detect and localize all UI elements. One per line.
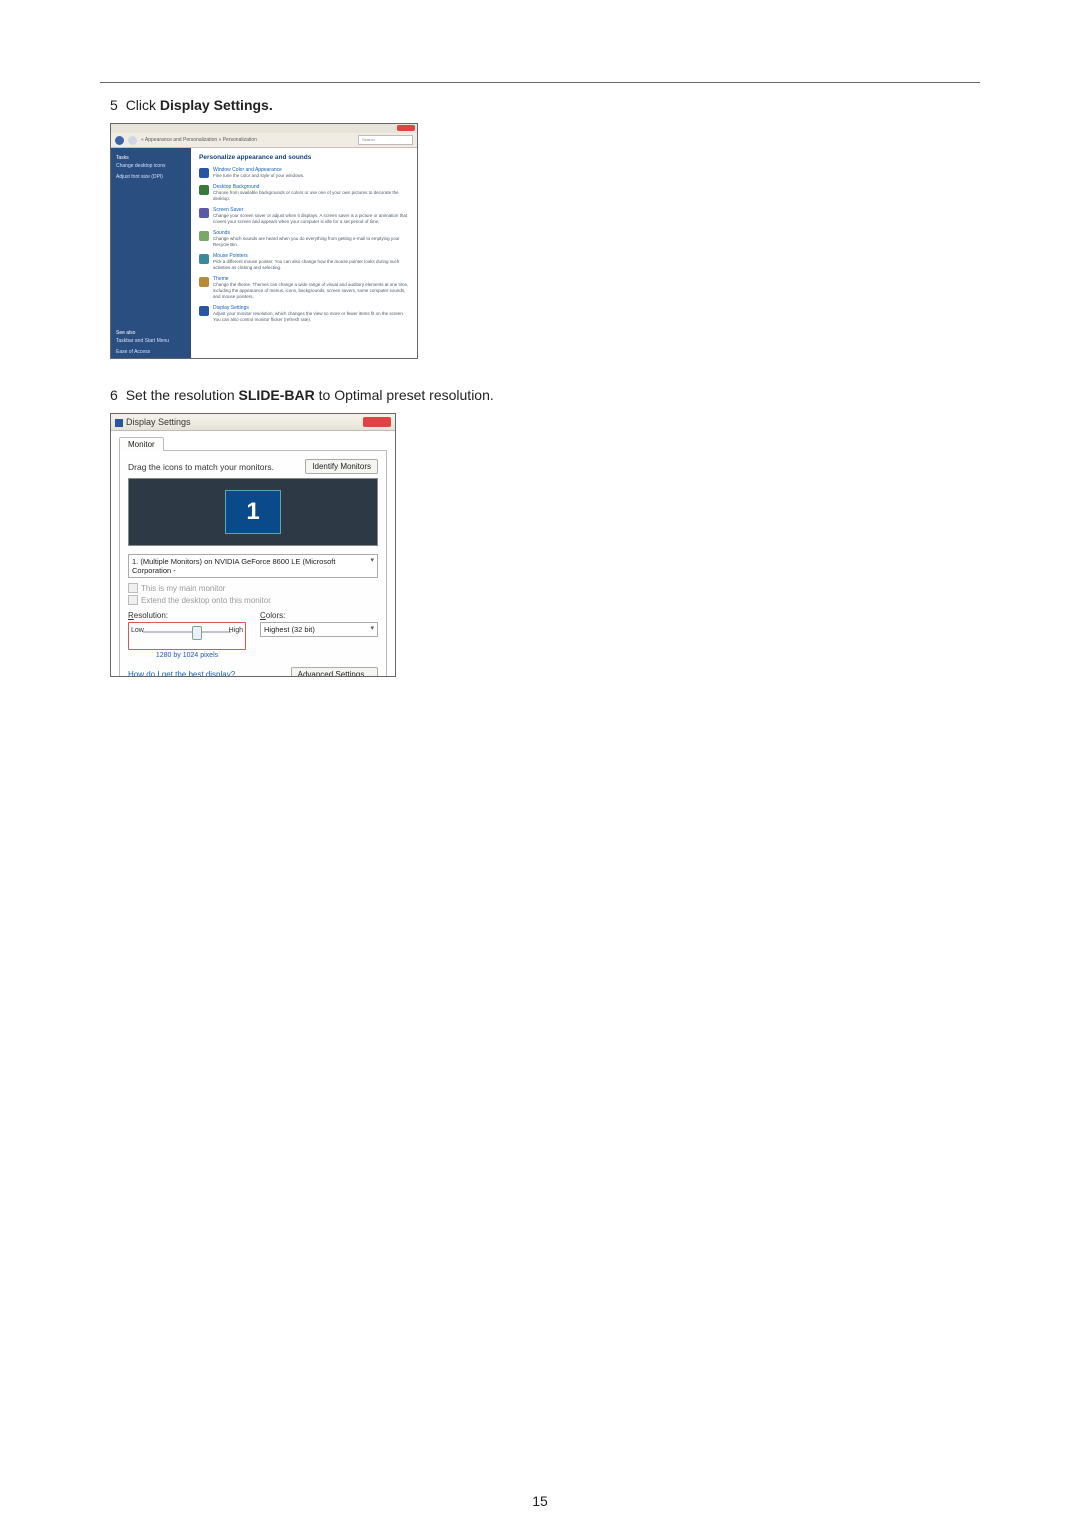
main-monitor-checkbox: This is my main monitor	[128, 583, 378, 593]
sidebar-item[interactable]: Taskbar and Start Menu	[116, 337, 186, 345]
colors-group: Colors: Highest (32 bit)	[260, 611, 378, 659]
dialog-titlebar: Display Settings	[111, 414, 395, 431]
desktop-background-icon	[199, 185, 209, 195]
resolution-group: Resolution: Low High 1280 by 1024 pixels	[128, 611, 246, 659]
resolution-slider[interactable]: Low High	[128, 622, 246, 650]
window-titlebar	[111, 124, 417, 133]
step-5-num: 5	[110, 97, 118, 113]
resolution-value: 1280 by 1024 pixels	[128, 652, 246, 659]
window-color-icon	[199, 168, 209, 178]
item-desktop-background: Desktop BackgroundChoose from available …	[199, 184, 409, 202]
monitor-panel: Drag the icons to match your monitors. I…	[119, 450, 387, 677]
step-6-num: 6	[110, 387, 118, 403]
sidebar-item[interactable]: Adjust font size (DPI)	[116, 173, 186, 181]
colors-select[interactable]: Highest (32 bit)	[260, 622, 378, 637]
monitor-select[interactable]: 1. (Multiple Monitors) on NVIDIA GeForce…	[128, 554, 378, 578]
mouse-pointers-icon	[199, 254, 209, 264]
sounds-icon	[199, 231, 209, 241]
screen-saver-icon	[199, 208, 209, 218]
item-window-color: Window Color and AppearanceFine tune the…	[199, 167, 409, 179]
top-rule	[100, 82, 980, 83]
step-5: 5 Click Display Settings.	[110, 97, 980, 113]
sidebar-item[interactable]: Ease of Access	[116, 348, 186, 356]
sidebar-item[interactable]: Change desktop icons	[116, 162, 186, 170]
item-mouse-pointers: Mouse PointersPick a different mouse poi…	[199, 253, 409, 271]
close-icon[interactable]	[397, 125, 415, 131]
address-bar: « Appearance and Personalization » Perso…	[111, 133, 417, 148]
back-button[interactable]	[115, 136, 124, 145]
monitor-canvas[interactable]: 1	[128, 478, 378, 546]
slider-thumb[interactable]	[192, 626, 202, 640]
item-display-settings: Display SettingsAdjust your monitor reso…	[199, 305, 409, 323]
extend-desktop-checkbox: Extend the desktop onto this monitor	[128, 595, 378, 605]
sidebar-header-tasks: Tasks	[116, 154, 186, 162]
main-panel: Personalize appearance and sounds Window…	[191, 148, 417, 359]
resolution-label: Resolution:	[128, 611, 246, 620]
help-link[interactable]: How do I get the best display?	[128, 670, 235, 677]
display-icon	[115, 419, 123, 427]
sidebar-header-seealso: See also	[116, 329, 186, 337]
monitor-icon[interactable]: 1	[225, 490, 281, 534]
item-screen-saver: Screen SaverChange your screen saver or …	[199, 207, 409, 225]
item-sounds: SoundsChange which sounds are heard when…	[199, 230, 409, 248]
checkbox-icon	[128, 583, 138, 593]
checkbox-icon	[128, 595, 138, 605]
search-input[interactable]: Search	[358, 135, 413, 145]
dialog-title: Display Settings	[126, 417, 191, 427]
advanced-settings-button[interactable]: Advanced Settings...	[291, 667, 378, 677]
page-number: 15	[0, 1493, 1080, 1509]
close-icon[interactable]	[363, 417, 391, 427]
forward-button[interactable]	[128, 136, 137, 145]
slider-track	[143, 631, 231, 633]
tab-monitor[interactable]: Monitor	[119, 437, 164, 451]
breadcrumb[interactable]: « Appearance and Personalization » Perso…	[141, 137, 354, 143]
colors-label: Colors:	[260, 611, 378, 620]
item-theme: ThemeChange the theme. Themes can change…	[199, 276, 409, 300]
screenshot-display-settings: Display Settings Monitor Drag the icons …	[110, 413, 396, 677]
theme-icon	[199, 277, 209, 287]
screenshot-personalization: « Appearance and Personalization » Perso…	[110, 123, 418, 359]
display-settings-icon	[199, 306, 209, 316]
step-6: 6 Set the resolution SLIDE-BAR to Optima…	[110, 387, 980, 403]
identify-monitors-button[interactable]: Identify Monitors	[305, 459, 378, 474]
sidebar: Tasks Change desktop icons Adjust font s…	[111, 148, 191, 359]
drag-instruction: Drag the icons to match your monitors.	[128, 462, 274, 472]
panel-heading: Personalize appearance and sounds	[199, 154, 409, 161]
